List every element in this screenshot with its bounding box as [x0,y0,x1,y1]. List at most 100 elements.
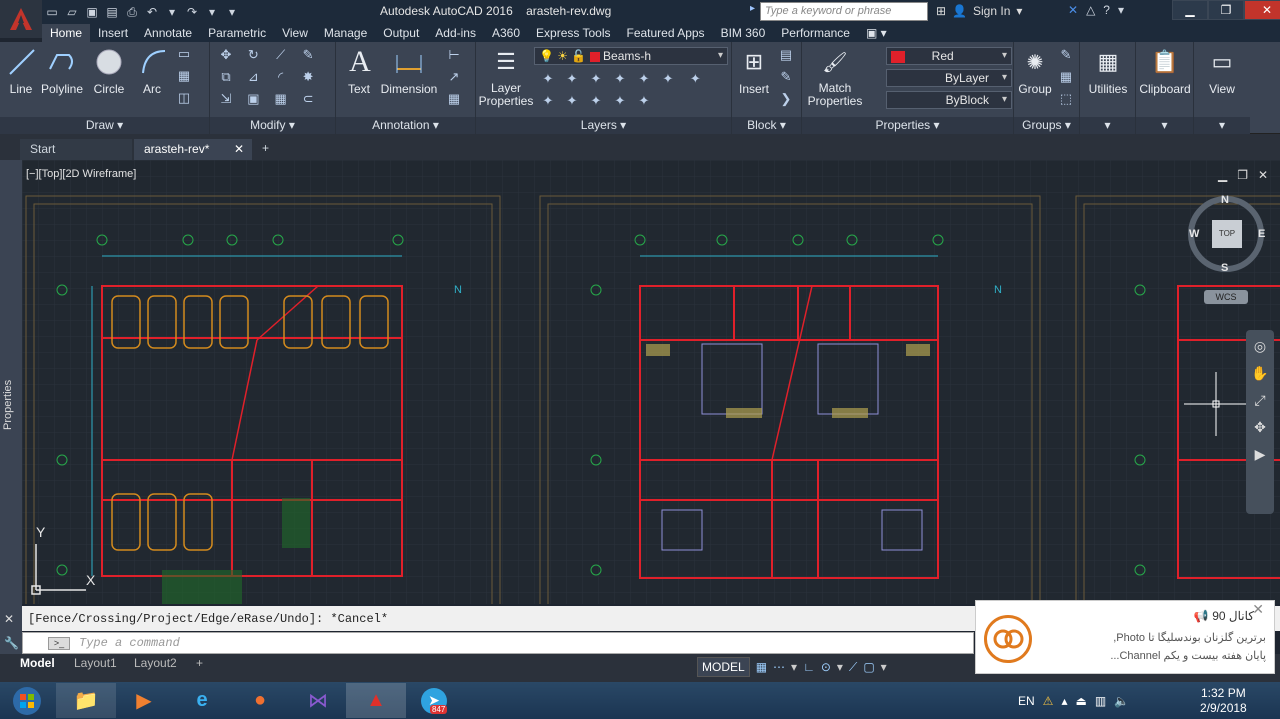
layer-tool-1-icon[interactable]: ✦ [539,71,557,89]
edit-block-icon[interactable]: ✎ [777,69,795,87]
undo-dropdown-icon[interactable]: ▾ [164,4,180,20]
viewport-restore-icon[interactable]: ❐ [1237,168,1248,182]
leader-icon[interactable]: ↗ [445,69,463,87]
taskbar-visual-studio[interactable]: ⋈ [288,683,348,718]
start-button[interactable] [2,683,52,718]
annotation-panel-label[interactable]: Annotation ▾ [336,117,475,134]
layer-tool-10-icon[interactable]: ✦ [587,93,605,111]
utilities-button[interactable]: ▦ Utilities [1084,46,1132,96]
tab-insert[interactable]: Insert [90,24,136,42]
group-select-icon[interactable]: ⬚ [1057,91,1075,109]
layout-tab-layout1[interactable]: Layout1 [66,656,125,671]
layer-tool-3-icon[interactable]: ✦ [587,71,605,89]
snap-icon[interactable]: ⋯ [773,660,785,674]
sign-in-dropdown-icon[interactable]: ▾ [1016,4,1022,18]
command-input[interactable]: Type a command [22,632,974,654]
mirror-icon[interactable]: ⊿ [244,69,262,87]
explode-icon[interactable]: ✸ [299,69,317,87]
viewport-minimize-icon[interactable]: ▁ [1218,168,1227,182]
lineweight-dropdown[interactable]: ByBlock [886,91,1012,109]
command-close-icon[interactable]: ✕ [4,612,14,626]
tab-output[interactable]: Output [375,24,427,42]
restore-icon[interactable]: ❐ [1208,0,1244,20]
network-icon[interactable]: ▥ [1095,694,1106,708]
groups-panel-label[interactable]: Groups ▾ [1014,117,1079,134]
redo-dropdown-icon[interactable]: ▾ [204,4,220,20]
help-icon[interactable]: ? [1103,3,1110,17]
tab-manage[interactable]: Manage [316,24,375,42]
isodraft-icon[interactable]: ⟋ [849,660,857,675]
plot-icon[interactable]: ⎙ [124,4,140,20]
sign-in-area[interactable]: ⊞ 👤 Sign In ▾ [936,4,1022,18]
modify-panel-label[interactable]: Modify ▾ [210,117,335,134]
tab-home[interactable]: Home [42,24,91,42]
workspace-dropdown-icon[interactable]: ▾ [224,4,240,20]
drawing-viewport[interactable]: N N Y X ▁ ❐ ✕ TOP N S W E WCS ◎ ✋ ⤢ ✥ ▶ [22,160,1280,604]
scale-icon[interactable]: ▣ [244,91,262,109]
copy-icon[interactable]: ⧉ [217,69,235,87]
orbit-icon[interactable]: ✥ [1254,419,1266,436]
ortho-icon[interactable]: ∟ [803,660,815,674]
polar-icon[interactable]: ⊙ [821,660,831,674]
command-settings-icon[interactable]: 🔧 [4,636,19,650]
taskbar-internet-explorer[interactable]: e [172,683,232,718]
language-indicator[interactable]: EN [1018,694,1035,708]
application-menu-button[interactable] [0,0,42,38]
create-block-icon[interactable]: ▤ [777,47,795,65]
help-dropdown-icon[interactable]: ▾ [1118,3,1124,17]
file-tab-arasteh[interactable]: arasteh-rev* ✕ [134,139,252,160]
command-prompt-icon[interactable]: >_ [48,637,70,650]
tab-featured-apps[interactable]: Featured Apps [619,24,713,42]
viewcube-east[interactable]: E [1258,228,1265,240]
search-input[interactable]: Type a keyword or phrase [760,2,928,21]
layer-tool-11-icon[interactable]: ✦ [611,93,629,111]
linear-dim-icon[interactable]: ⊢ [445,47,463,65]
fillet-icon[interactable]: ◜ [272,69,290,87]
save-as-icon[interactable]: ▤ [104,4,120,20]
show-hidden-icons[interactable]: ▴ [1061,694,1067,708]
ribbon-toggle-icon[interactable]: ▣ ▾ [858,24,895,42]
redo-icon[interactable]: ↷ [184,4,200,20]
dimension-button[interactable]: Dimension [380,46,438,96]
wcs-dropdown[interactable]: WCS [1204,290,1248,304]
taskbar-firefox[interactable]: ● [230,683,290,718]
telegram-notification[interactable]: کانال 90 📢 ✕ برترین گلزنان بوندسلیگا تا … [975,600,1275,674]
polar-dropdown-icon[interactable]: ▾ [837,660,843,674]
notification-close-icon[interactable]: ✕ [1252,601,1264,618]
utilities-dropdown-icon[interactable]: ▾ [1080,117,1135,134]
tab-a360[interactable]: A360 [484,24,528,42]
new-icon[interactable]: ▭ [44,4,60,20]
tab-express-tools[interactable]: Express Tools [528,24,618,42]
save-icon[interactable]: ▣ [84,4,100,20]
circle-button[interactable]: Circle [92,46,126,96]
rectangle-icon[interactable]: ▭ [175,46,193,64]
clipboard-dropdown-icon[interactable]: ▾ [1136,117,1193,134]
table-icon[interactable]: ▦ [445,91,463,109]
erase-icon[interactable]: ✎ [299,47,317,65]
layer-tool-5-icon[interactable]: ✦ [635,71,653,89]
layer-dropdown[interactable]: 💡 ☀ 🔓 Beams-h [534,47,728,65]
text-button[interactable]: A Text [344,45,374,96]
layers-panel-label[interactable]: Layers ▾ [476,117,731,134]
color-dropdown[interactable]: Red [886,47,1012,65]
binoculars-icon[interactable]: ⊞ [936,4,946,18]
action-center-icon[interactable]: ⚠ [1043,694,1054,708]
taskbar-autocad[interactable]: ▲ [346,683,406,718]
file-tab-start[interactable]: Start [20,139,132,160]
properties-palette-collapsed[interactable]: Properties [0,160,22,604]
sign-in-label[interactable]: Sign In [973,4,1010,18]
volume-icon[interactable]: 🔈 [1114,694,1129,708]
view-dropdown-icon[interactable]: ▾ [1194,117,1250,134]
polyline-button[interactable]: Polyline [40,46,84,96]
taskbar-clock[interactable]: 1:32 PM 2/9/2018 [1200,686,1247,716]
tab-performance[interactable]: Performance [773,24,858,42]
rotate-icon[interactable]: ↻ [244,47,262,65]
view-button[interactable]: ▭ View [1198,46,1246,96]
layout-tab-layout2[interactable]: Layout2 [126,656,185,671]
layer-properties-button[interactable]: ☰ Layer Properties [478,46,534,108]
viewcube-north[interactable]: N [1221,194,1229,206]
properties-panel-label[interactable]: Properties ▾ [802,117,1013,134]
trim-icon[interactable]: ⟋ [272,47,290,65]
group-edit-icon[interactable]: ▦ [1057,69,1075,87]
tab-annotate[interactable]: Annotate [136,24,200,42]
